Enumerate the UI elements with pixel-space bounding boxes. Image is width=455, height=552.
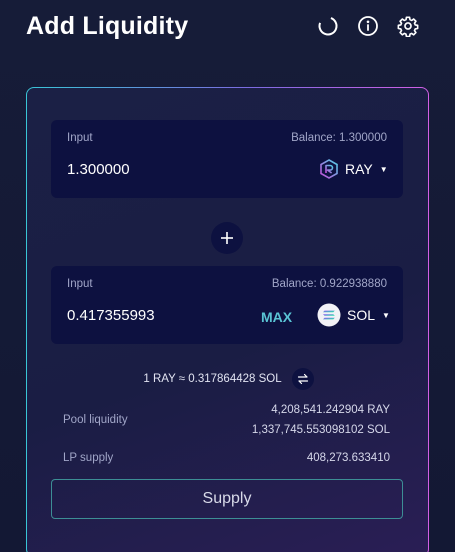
swap-arrows-icon	[297, 373, 309, 385]
lp-supply-value: 408,273.633410	[306, 452, 390, 464]
token-a-balance: Balance: 1.300000	[291, 132, 387, 144]
token-b-name: SOL	[347, 307, 376, 323]
token-a-panel: Input Balance: 1.300000 RAY ▼	[51, 120, 403, 198]
lp-supply-label: LP supply	[63, 452, 114, 464]
refresh-icon[interactable]	[316, 14, 340, 38]
liquidity-card: Input Balance: 1.300000 RAY ▼	[26, 87, 429, 552]
exchange-rate-text: 1 RAY ≈ 0.317864428 SOL	[143, 373, 282, 385]
token-b-amount-input[interactable]	[67, 307, 247, 324]
chevron-down-icon: ▼	[382, 310, 390, 320]
pool-liquidity-label: Pool liquidity	[63, 414, 128, 426]
token-a-select[interactable]: RAY ▼	[319, 156, 388, 182]
info-icon[interactable]	[356, 14, 380, 38]
pool-liquidity-sol: 1,337,745.553098102 SOL	[251, 424, 390, 436]
page-header: Add Liquidity	[0, 0, 455, 60]
chevron-down-icon: ▼	[379, 164, 388, 174]
pool-liquidity-ray: 4,208,541.242904 RAY	[271, 404, 390, 416]
sol-token-icon	[317, 303, 341, 327]
gear-icon[interactable]	[396, 14, 420, 38]
supply-button[interactable]: Supply	[51, 479, 403, 519]
plus-button[interactable]	[211, 222, 243, 254]
max-button[interactable]: MAX	[261, 309, 292, 325]
token-b-panel: Input Balance: 0.922938880 MAX	[51, 266, 403, 344]
token-a-input-label: Input	[67, 132, 93, 144]
ray-token-icon	[319, 159, 339, 179]
token-b-select[interactable]: SOL ▼	[317, 302, 390, 328]
exchange-rate-row: 1 RAY ≈ 0.317864428 SOL	[27, 368, 430, 390]
token-a-amount-input[interactable]	[67, 161, 247, 178]
token-a-name: RAY	[345, 161, 373, 177]
swap-rate-button[interactable]	[291, 368, 314, 390]
page-title: Add Liquidity	[26, 12, 189, 40]
plus-icon	[220, 231, 234, 245]
token-b-balance: Balance: 0.922938880	[271, 278, 387, 290]
token-b-input-label: Input	[67, 278, 93, 290]
